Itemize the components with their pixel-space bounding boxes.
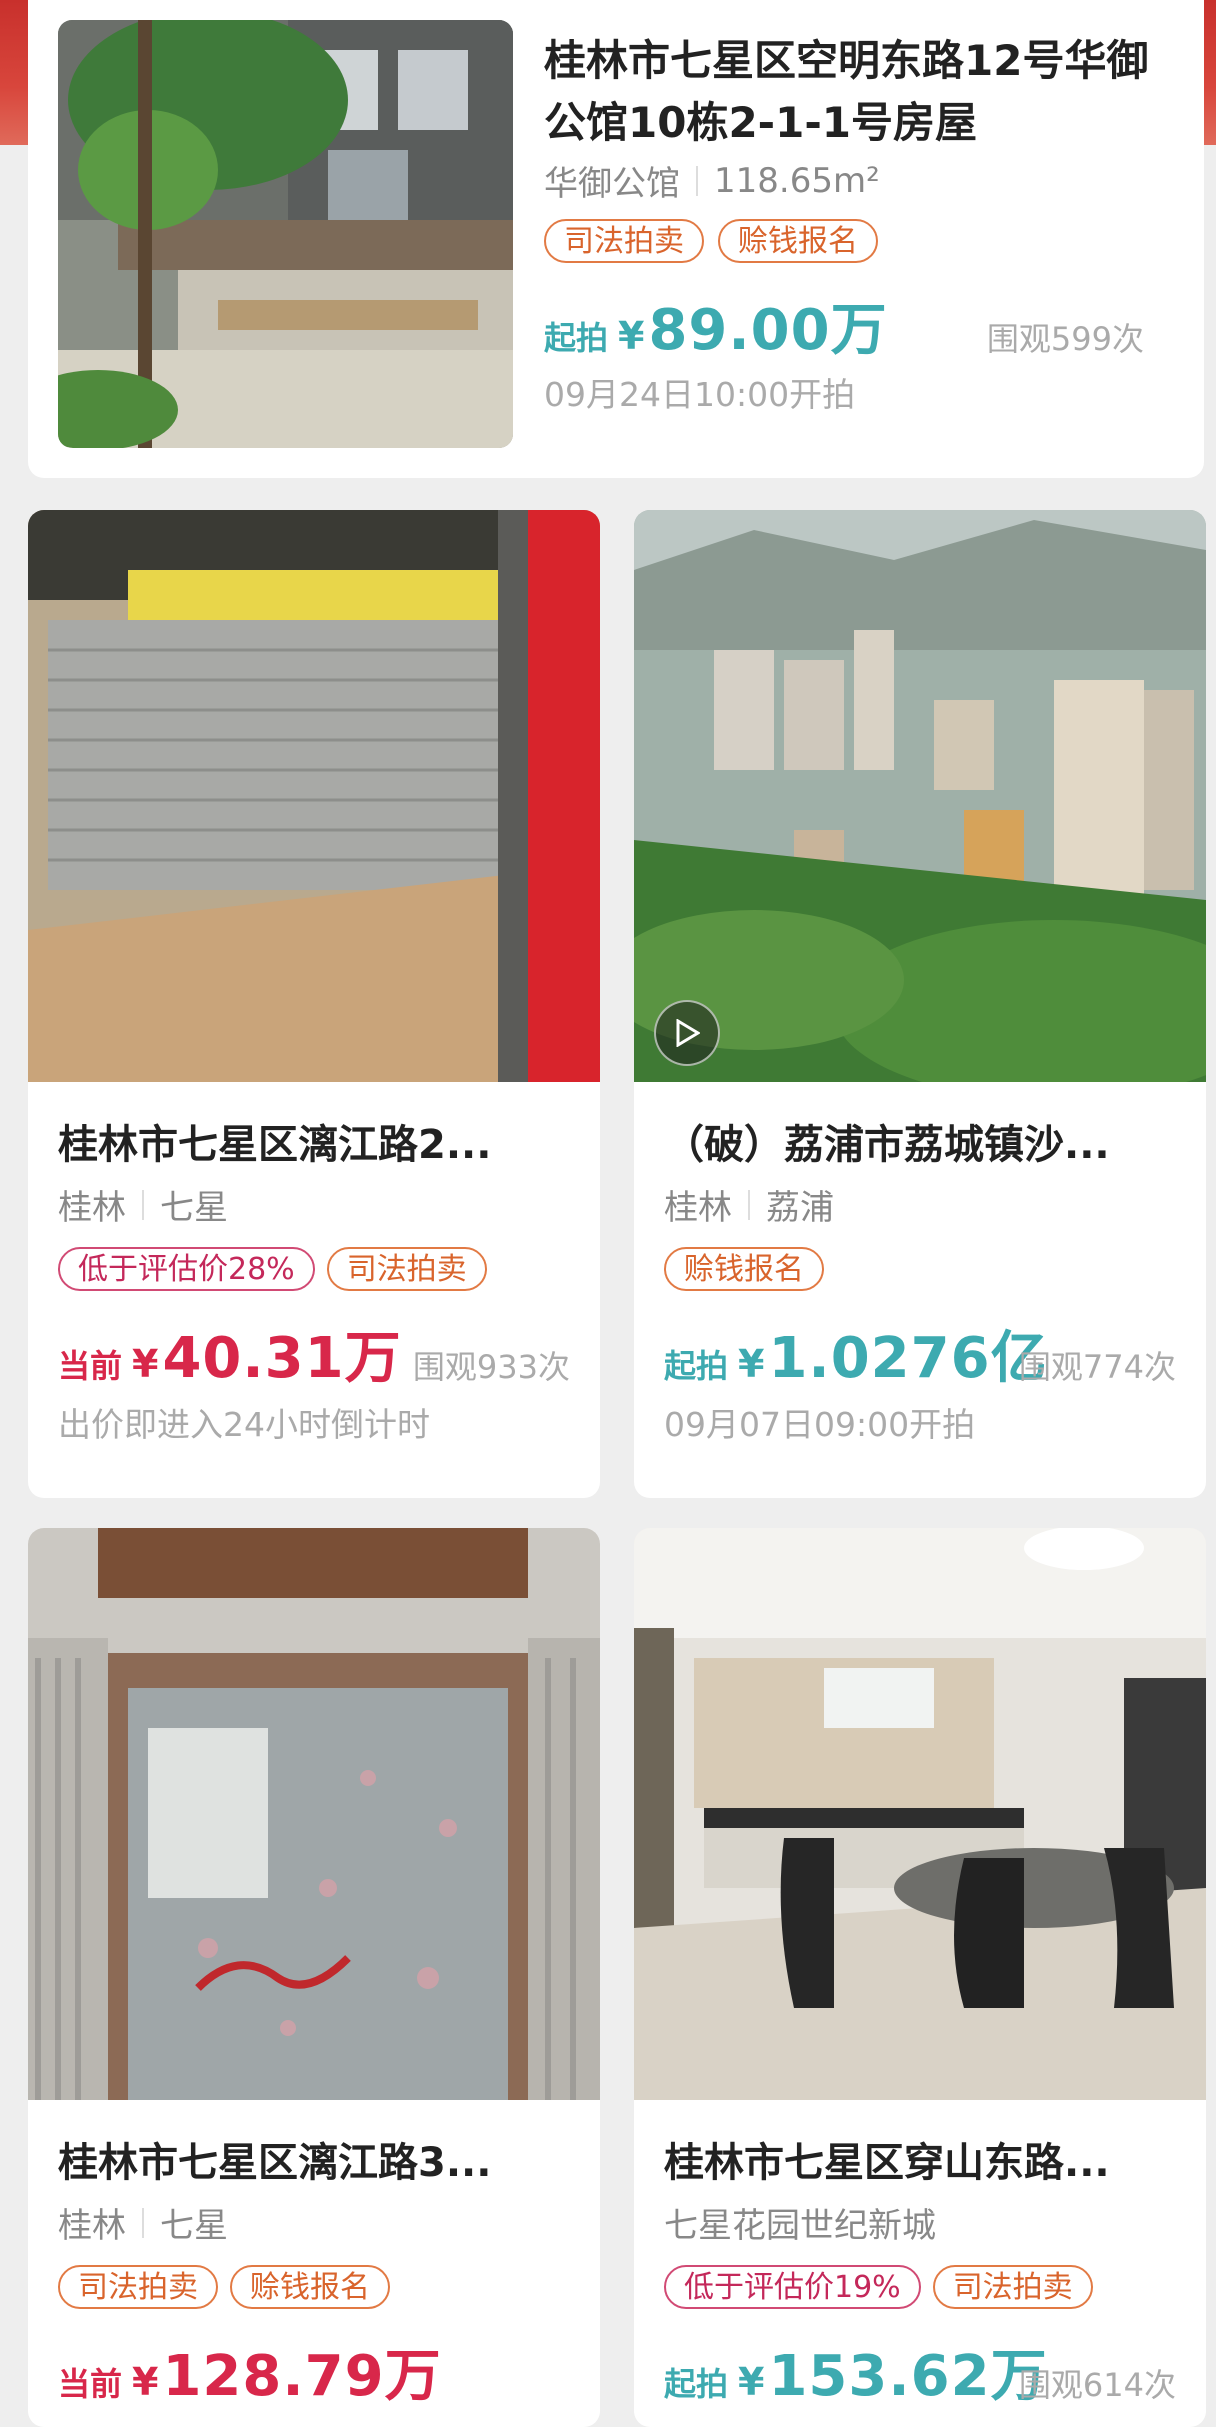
listing-photo [28,1528,600,2100]
currency-symbol: ¥ [618,314,645,358]
currency-symbol: ¥ [738,2360,765,2404]
tag-judicial-auction: 司法拍卖 [58,2265,218,2309]
view-count: 围观933次 [412,1348,570,1386]
start-time: 09月24日10:00开拍 [544,375,856,414]
price-value: 40.31万 [162,1326,402,1391]
price-label: 起拍 [664,1347,729,1385]
divider [696,165,698,196]
district-name: 七星 [160,1188,228,1228]
listing-photo [28,510,600,1082]
tag-credit-signup: 赊钱报名 [718,219,878,263]
listing-card[interactable]: 桂林市七星区漓江路3... 桂林 七星 司法拍卖 赊钱报名 当前 ¥ 128.7… [28,1528,600,2427]
price-value: 128.79万 [162,2344,442,2409]
price-label: 当前 [58,2365,123,2403]
area-value: 118.65m² [714,160,880,201]
view-count: 围观774次 [1018,1348,1176,1386]
city-name: 桂林 [58,2206,126,2246]
listing-photo [58,20,513,448]
currency-symbol: ¥ [738,1342,765,1386]
listing-title[interactable]: （破）荔浦市荔城镇沙... [664,1118,1176,1172]
view-count: 围观614次 [1018,2366,1176,2404]
listing-title[interactable]: 桂林市七星区空明东路12号华御公馆10栋2-1-1号房屋 [544,30,1184,154]
play-icon [676,1019,700,1047]
price-label: 起拍 [664,2365,729,2403]
price-value: 153.62万 [768,2344,1048,2409]
start-time: 09月07日09:00开拍 [664,1405,976,1444]
community-name: 华御公馆 [544,164,680,204]
tag-below-appraisal: 低于评估价28% [58,1247,315,1291]
district-name: 荔浦 [766,1188,834,1228]
tag-judicial-auction: 司法拍卖 [544,219,704,263]
listing-card[interactable]: （破）荔浦市荔城镇沙... 桂林 荔浦 赊钱报名 起拍 ¥ 1.0276亿 围观… [634,510,1206,1498]
divider [142,1189,144,1220]
tag-below-appraisal: 低于评估价19% [664,2265,921,2309]
listing-title[interactable]: 桂林市七星区漓江路3... [58,2136,570,2190]
featured-listing-card[interactable]: 桂林市七星区空明东路12号华御公馆10栋2-1-1号房屋 华御公馆 118.65… [28,0,1204,478]
divider [748,1189,750,1220]
tag-judicial-auction: 司法拍卖 [326,1247,487,1291]
listing-title[interactable]: 桂林市七星区穿山东路... [664,2136,1176,2190]
bid-note: 出价即进入24小时倒计时 [58,1405,430,1444]
listing-title[interactable]: 桂林市七星区漓江路2... [58,1118,570,1172]
listing-card[interactable]: 桂林市七星区漓江路2... 桂林 七星 低于评估价28% 司法拍卖 当前 ¥ 4… [28,510,600,1498]
city-name: 桂林 [664,1188,732,1228]
price-label: 起拍 [544,319,609,357]
listing-photo [634,1528,1206,2100]
tag-judicial-auction: 司法拍卖 [932,2265,1093,2309]
city-name: 桂林 [58,1188,126,1228]
community-name: 七星花园世纪新城 [664,2206,936,2246]
district-name: 七星 [160,2206,228,2246]
currency-symbol: ¥ [132,2360,159,2404]
view-count: 围观599次 [986,320,1144,358]
currency-symbol: ¥ [132,1342,159,1386]
price-label: 当前 [58,1347,123,1385]
listing-photo [634,510,1206,1082]
price-value: 89.00万 [648,298,888,363]
play-video-button[interactable] [654,1000,720,1066]
listing-card[interactable]: 桂林市七星区穿山东路... 七星花园世纪新城 低于评估价19% 司法拍卖 起拍 … [634,1528,1206,2427]
tag-credit-signup: 赊钱报名 [230,2265,390,2309]
tag-credit-signup: 赊钱报名 [664,1247,824,1291]
price-value: 1.0276亿 [768,1326,1048,1391]
divider [142,2207,144,2238]
